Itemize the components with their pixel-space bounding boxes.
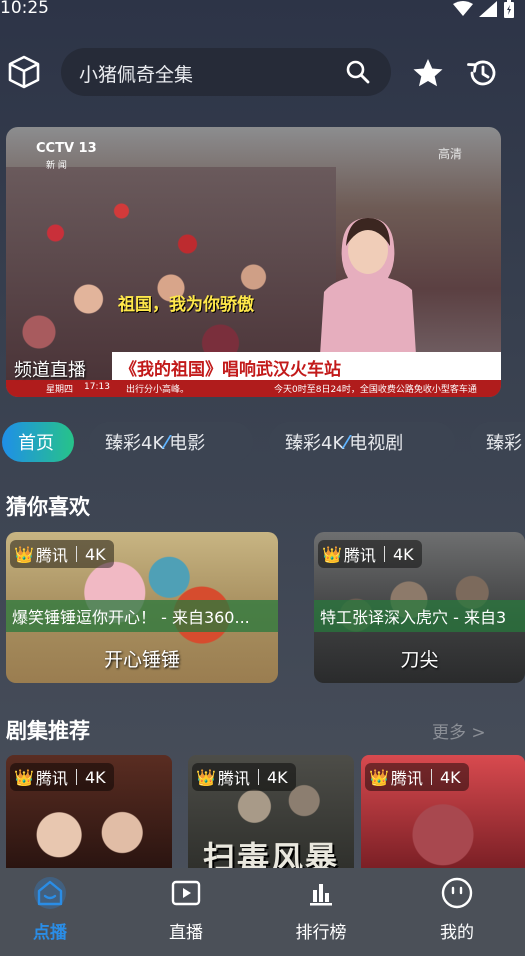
search-icon[interactable] [345,59,371,85]
nav-label: 直播 [169,923,203,943]
series-poster[interactable]: 👑 腾讯 4K 扫毒风暴 [188,755,354,869]
tab-label-prefix: 臻彩 [486,433,522,454]
chart-icon [310,884,332,906]
signal-icon [479,1,497,17]
headline-text: 《我的祖国》唱响武汉火车站 [120,360,341,380]
badge-divider [75,546,77,562]
bottom-nav: 点播 直播 排行榜 我的 [0,868,525,956]
badge-divider [430,769,432,785]
card-description: 爆笑锤锤逗你开心！ - 来自360... [6,600,278,632]
nav-item-ranking[interactable]: 排行榜 [271,876,371,946]
badge-source: 腾讯 [35,546,68,565]
card-title: 开心锤锤 [103,649,180,671]
source-badge: 👑 腾讯 4K [318,540,422,568]
tab-home[interactable]: 首页 [2,422,74,462]
nav-item-live[interactable]: 直播 [136,876,236,946]
crown-icon: 👑 [196,767,216,787]
source-badge: 👑 腾讯 4K [10,540,114,568]
source-badge: 👑 腾讯 4K [10,763,114,791]
tab-slash: ⁄ [165,431,169,453]
profile-icon [441,877,473,909]
badge-source: 腾讯 [343,546,376,565]
tab-label-suffix: 电视剧 [349,433,404,454]
nav-item-vod[interactable]: 点播 [0,876,100,946]
wifi-icon [453,1,473,16]
poster-title: 扫毒风暴 [202,839,339,869]
channel-logo-sub: 新 闻 [46,161,67,171]
card-description: 特工张译深入虎穴 - 来自3 [314,600,525,632]
ticker-time: 17:13 [84,382,110,392]
badge-quality: 4K [439,767,461,787]
badge-divider [257,769,259,785]
recommend-card[interactable]: 👑 腾讯 4K 特工张译深入虎穴 - 来自3 刀尖 [314,532,525,683]
nav-item-mine[interactable]: 我的 [407,876,507,946]
series-poster[interactable]: 👑 腾讯 4K [361,755,525,869]
badge-quality: 4K [84,767,106,787]
badge-divider [75,769,77,785]
history-icon[interactable] [465,56,499,90]
badge-divider [383,546,385,562]
more-link[interactable]: 更多 > [432,718,486,743]
live-channel-banner[interactable]: CCTV 13 新 闻 高清 祖国，我为你骄傲 《我的祖国》唱响武汉火车站 星期… [6,127,501,397]
banner-label: 频道直播 [14,360,86,381]
status-time: 10:25 [0,0,49,18]
crown-icon: 👑 [14,767,34,787]
tab-4k-movies[interactable]: 臻彩4K ⁄ 电影 [89,422,253,462]
badge-source: 腾讯 [217,769,250,788]
favorites-star-icon[interactable] [412,57,444,89]
nav-label: 我的 [440,923,474,943]
cube-logo-icon[interactable] [6,54,42,90]
badge-source: 腾讯 [35,769,68,788]
section-title-series: 剧集推荐 [6,719,90,743]
source-badge: 👑 腾讯 4K [365,763,469,791]
card-title: 刀尖 [400,649,439,671]
section-title-guess: 猜你喜欢 [6,495,90,519]
tv-icon [171,880,201,906]
source-badge: 👑 腾讯 4K [192,763,296,791]
ticker-day: 星期四 [46,385,74,395]
battery-icon [504,0,514,18]
badge-quality: 4K [392,544,414,564]
tab-4k-tv-series[interactable]: 臻彩4K ⁄ 电视剧 [269,422,455,462]
banner-caption: 祖国，我为你骄傲 [118,295,254,315]
tab-label-suffix: 电影 [169,433,206,454]
ticker-text: 出行分小高峰。 [126,385,190,395]
nav-label: 点播 [33,923,67,943]
tab-4k-more[interactable]: 臻彩 [470,422,525,462]
series-poster[interactable]: 👑 腾讯 4K [6,755,172,869]
tab-home-label: 首页 [18,433,54,454]
home-icon [34,877,66,909]
search-query: 小猪佩奇全集 [79,64,194,86]
channel-logo: CCTV 13 [36,141,97,156]
nav-label: 排行榜 [295,923,347,943]
crown-icon: 👑 [369,767,389,787]
recommend-card[interactable]: 👑 腾讯 4K 爆笑锤锤逗你开心！ - 来自360... 开心锤锤 [6,532,278,683]
badge-source: 腾讯 [390,769,423,788]
tab-label-prefix: 臻彩4K [285,433,345,454]
status-bar: 10:25 [0,0,525,22]
status-icons [453,0,515,18]
top-bar: 小猪佩奇全集 [0,48,525,98]
hd-label: 高清 [438,147,463,161]
crown-icon: 👑 [322,544,342,564]
category-tabs: 首页 臻彩4K ⁄ 电影 臻彩4K ⁄ 电视剧 臻彩 [0,422,525,464]
badge-quality: 4K [84,544,106,564]
badge-quality: 4K [266,767,288,787]
crown-icon: 👑 [14,544,34,564]
tab-label-prefix: 臻彩4K [105,433,165,454]
tab-slash: ⁄ [345,431,349,453]
ticker-text-2: 今天0时至8日24时，全国收费公路免收小型客车通 [274,385,477,395]
search-input[interactable]: 小猪佩奇全集 [61,48,391,96]
